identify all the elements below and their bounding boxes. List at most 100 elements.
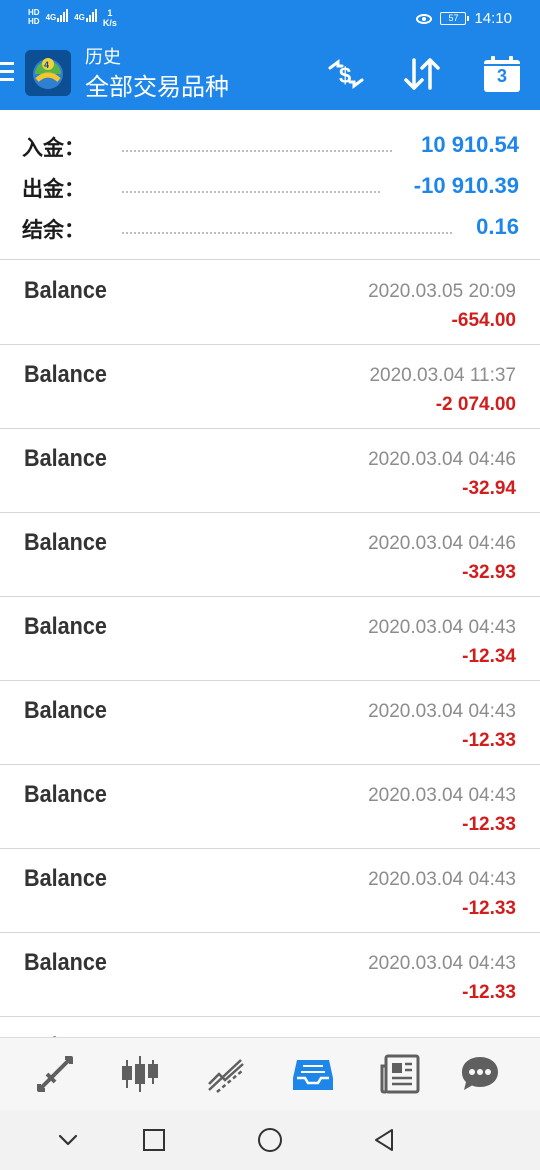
quotes-arrows-icon	[37, 1056, 73, 1092]
recents-button[interactable]	[138, 1124, 170, 1156]
deal-time: 2020.03.04 04:43	[368, 617, 516, 638]
balance-label: 结余：	[22, 219, 85, 242]
page-title: 历史	[85, 47, 121, 67]
deal-time: 2020.03.04 04:46	[368, 533, 516, 554]
deal-amount: -12.33	[462, 730, 516, 751]
balance-row: 结余： 0.16	[0, 208, 540, 248]
history-row[interactable]: Balance 2020.03.04 04:43 -12.33	[0, 765, 540, 849]
battery-icon: 57	[440, 12, 470, 25]
deal-time: 2020.03.04 04:43	[368, 785, 516, 806]
history-list[interactable]: Balance 2020.03.05 20:09 -654.00 Balance…	[0, 261, 540, 1037]
app-logo-icon: 4	[25, 50, 71, 96]
history-row[interactable]: Balance 2020.03.04 04:46 -32.93	[0, 513, 540, 597]
history-inbox-icon	[293, 1060, 333, 1090]
network-type-1: 4G	[45, 13, 57, 22]
deposit-label: 入金：	[22, 137, 85, 160]
candlestick-chart-icon	[122, 1056, 158, 1092]
signal-bars-2-icon	[85, 8, 97, 22]
status-indicators: HD HD 4G 4G 1 K/s	[28, 8, 117, 28]
status-right: 57 14:10	[416, 10, 512, 27]
tab-chat[interactable]	[458, 1052, 502, 1096]
deal-type: Balance	[24, 697, 107, 724]
network-type-2: 4G	[74, 13, 85, 22]
hide-keyboard-icon	[58, 1134, 78, 1146]
deal-type: Balance	[24, 277, 107, 304]
app-bar: 4 历史 全部交易品种 $ 3	[0, 38, 540, 110]
bottom-navigation	[0, 1037, 540, 1110]
deal-type: Balance	[24, 445, 107, 472]
deal-type: Balance	[24, 781, 107, 808]
history-row[interactable]: Balance 2020.03.05 20:09 -654.00	[0, 261, 540, 345]
home-icon	[258, 1128, 282, 1152]
tab-history[interactable]	[291, 1052, 335, 1096]
deal-time: 2020.03.04 04:43	[368, 869, 516, 890]
deal-amount: -12.33	[462, 814, 516, 835]
currency-exchange-button[interactable]: $	[324, 54, 368, 94]
system-navigation-bar	[0, 1110, 540, 1170]
withdrawal-row: 出金： -10 910.39	[0, 167, 540, 207]
home-button[interactable]	[254, 1124, 286, 1156]
history-summary: 入金： 10 910.54 出金： -10 910.39 结余： 0.16	[0, 118, 540, 260]
signal-bars-1-icon	[57, 8, 69, 22]
history-row[interactable]: Balance 2020.03.04 04:43 -12.34	[0, 597, 540, 681]
recents-icon	[143, 1129, 165, 1151]
deal-time: 2020.03.04 04:46	[368, 449, 516, 470]
deal-amount: -654.00	[451, 310, 516, 331]
history-row[interactable]: Balance 2020.03.04 04:46 -32.94	[0, 429, 540, 513]
withdrawal-label: 出金：	[22, 178, 85, 201]
signal-1: 4G	[46, 8, 69, 22]
calendar-button[interactable]: 3	[480, 54, 524, 94]
network-speed-value: 1	[107, 8, 113, 18]
trade-trend-icon	[208, 1059, 244, 1093]
svg-text:4: 4	[44, 60, 49, 70]
deal-amount: -12.33	[462, 982, 516, 1003]
signal-2: 4G	[74, 8, 97, 22]
history-row[interactable]: Balance 2020.03.04 04:43 -12.33	[0, 933, 540, 1017]
tab-chart[interactable]	[118, 1052, 162, 1096]
battery-level: 57	[448, 13, 459, 23]
deal-type: Balance	[24, 529, 107, 556]
tab-news[interactable]	[378, 1052, 422, 1096]
deal-type: Balance	[24, 949, 107, 976]
deposit-value: 10 910.54	[421, 132, 519, 157]
hd-badge-1: HD	[28, 8, 40, 17]
deal-amount: -32.94	[462, 478, 516, 499]
deal-type: Balance	[24, 865, 107, 892]
network-speed-unit: K/s	[102, 18, 117, 28]
menu-icon[interactable]	[0, 62, 14, 82]
network-speed: 1 K/s	[103, 8, 117, 28]
history-row[interactable]: Balance 2020.03.04 11:37 -2 074.00	[0, 345, 540, 429]
deal-amount: -32.93	[462, 562, 516, 583]
tab-trade[interactable]	[205, 1052, 249, 1096]
hide-keyboard-button[interactable]	[52, 1124, 84, 1156]
deal-type: Balance	[24, 613, 107, 640]
withdrawal-value: -10 910.39	[413, 173, 519, 198]
hd-badges: HD HD	[28, 8, 40, 26]
deal-amount: -12.33	[462, 898, 516, 919]
deal-time: 2020.03.04 04:43	[368, 701, 516, 722]
symbol-filter[interactable]: 全部交易品种	[85, 73, 229, 103]
tab-quotes[interactable]	[33, 1052, 77, 1096]
chat-icon	[462, 1057, 498, 1090]
status-bar: HD HD 4G 4G 1 K/s 57 14:10	[0, 0, 540, 38]
deal-time: 2020.03.04 11:37	[369, 365, 516, 386]
clock: 14:10	[474, 10, 512, 27]
leader-dots	[122, 230, 452, 234]
deposit-row: 入金： 10 910.54	[0, 126, 540, 166]
history-row[interactable]: Balance 2020.03.04 04:43 -12.33	[0, 681, 540, 765]
svg-text:$: $	[339, 63, 351, 88]
history-row[interactable]: Balance	[0, 1017, 540, 1037]
history-row[interactable]: Balance 2020.03.04 04:43 -12.33	[0, 849, 540, 933]
sort-button[interactable]	[400, 54, 444, 94]
deal-time: 2020.03.05 20:09	[368, 281, 516, 302]
deal-amount: -12.34	[462, 646, 516, 667]
deal-type: Balance	[24, 361, 107, 388]
deal-amount: -2 074.00	[435, 394, 516, 415]
leader-dots	[122, 189, 380, 193]
back-button[interactable]	[368, 1124, 400, 1156]
news-icon	[380, 1054, 420, 1094]
balance-value: 0.16	[476, 214, 519, 239]
calendar-day: 3	[496, 66, 507, 86]
eye-comfort-icon	[416, 13, 433, 24]
leader-dots	[122, 148, 392, 152]
